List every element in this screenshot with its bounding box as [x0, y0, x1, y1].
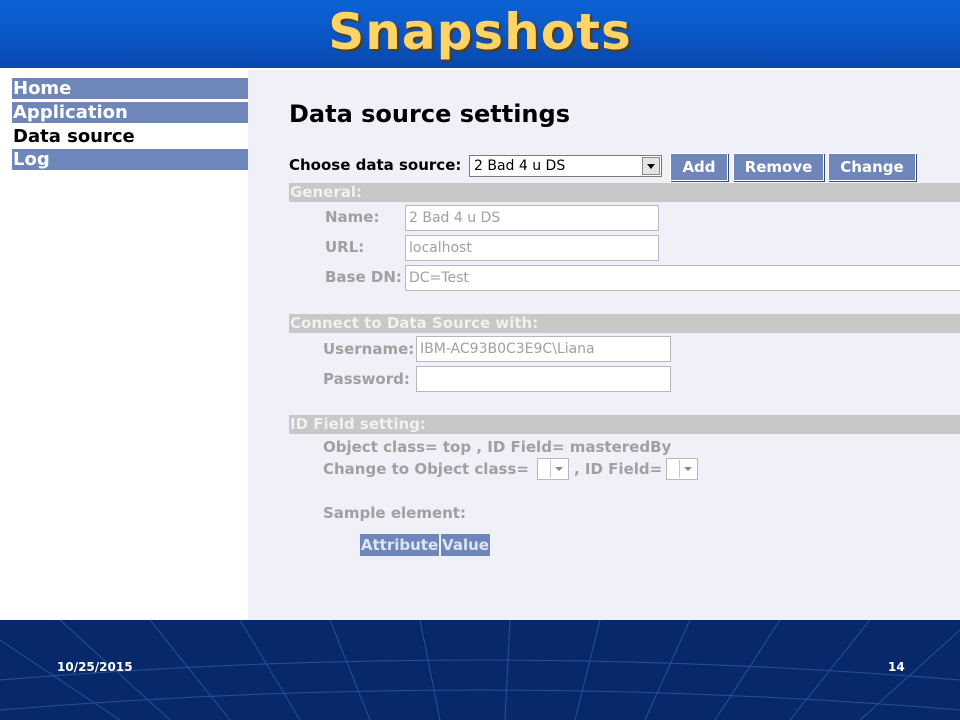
change-button[interactable]: Change — [828, 153, 916, 181]
section-general-header: General: — [289, 183, 960, 202]
url-field[interactable]: localhost — [405, 235, 659, 261]
chevron-down-icon[interactable] — [679, 460, 696, 478]
username-field[interactable]: IBM-AC93B0C3E9C\Liana — [416, 336, 671, 362]
nav-item-data-source[interactable]: Data source — [12, 126, 248, 147]
chevron-down-icon[interactable] — [550, 460, 567, 478]
sidebar-nav: Home Application Data source Log — [0, 70, 248, 622]
remove-button[interactable]: Remove — [733, 153, 824, 181]
base-dn-field[interactable]: DC=Test — [405, 265, 960, 291]
table-header-attribute: Attribute — [360, 534, 439, 556]
url-label: URL: — [325, 238, 365, 256]
slide-page-number: 14 — [888, 660, 905, 674]
sample-element-label: Sample element: — [323, 504, 466, 522]
data-source-select-value: 2 Bad 4 u DS — [474, 158, 566, 174]
page-title: Data source settings — [289, 100, 570, 128]
base-dn-label: Base DN: — [325, 268, 402, 286]
object-class-select[interactable] — [537, 458, 569, 480]
password-field[interactable] — [416, 366, 671, 392]
object-class-info: Object class= top , ID Field= masteredBy — [323, 438, 672, 456]
data-source-select[interactable]: 2 Bad 4 u DS — [469, 155, 662, 177]
nav-item-home[interactable]: Home — [12, 78, 248, 99]
username-label: Username: — [323, 340, 415, 358]
change-id-field-label: , ID Field= — [574, 460, 663, 478]
chevron-down-icon[interactable] — [642, 157, 660, 175]
section-id-field-header: ID Field setting: — [289, 415, 960, 434]
app-screenshot: Home Application Data source Log Data so… — [0, 68, 960, 622]
main-panel: Data source settings Choose data source:… — [248, 70, 960, 622]
choose-source-label: Choose data source: — [289, 156, 462, 174]
password-label: Password: — [323, 370, 410, 388]
name-label: Name: — [325, 208, 380, 226]
id-field-select[interactable] — [666, 458, 698, 480]
nav-item-application[interactable]: Application — [12, 102, 248, 123]
footer-decoration — [0, 620, 960, 720]
change-object-class-label: Change to Object class= — [323, 460, 529, 478]
name-field[interactable]: 2 Bad 4 u DS — [405, 205, 659, 231]
slide-title: Snapshots — [328, 3, 632, 61]
add-button[interactable]: Add — [670, 153, 728, 181]
slide-footer-band — [0, 620, 960, 720]
section-connect-header: Connect to Data Source with: — [289, 314, 960, 333]
slide-date: 10/25/2015 — [57, 660, 133, 674]
nav-item-log[interactable]: Log — [12, 149, 248, 170]
table-header-value: Value — [441, 534, 490, 556]
